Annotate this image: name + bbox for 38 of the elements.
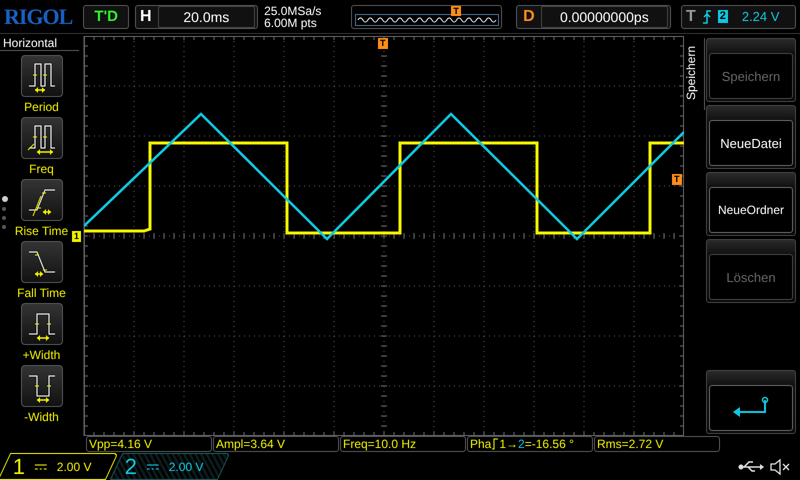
sample-rate: 25.0MSa/s [264, 4, 322, 16]
menu-button[interactable]: NeueDatei [709, 120, 793, 166]
channel-tab[interactable]: 1 2.00 V [0, 453, 118, 480]
dc-coupling-icon [147, 462, 160, 470]
memory-depth: 6.00M pts [264, 16, 318, 28]
timebase-value: 20.0ms [158, 6, 256, 28]
mute-speaker-icon [770, 458, 790, 476]
trigger-position-marker: T [378, 38, 388, 49]
return-arrow-icon [731, 396, 771, 418]
delay-label: D [523, 8, 535, 26]
measurement-value: Vpp=4.16 V [86, 436, 212, 452]
phase-measurement: Pha 1→2=-16.56 ° [467, 436, 593, 452]
page-dot[interactable] [2, 216, 6, 220]
trigger-level-marker: T [672, 174, 682, 185]
page-dot[interactable] [2, 225, 6, 229]
return-button[interactable] [709, 385, 793, 431]
page-dot[interactable] [2, 196, 8, 202]
channel-marker: 1 [72, 231, 82, 242]
trigger-label: T [686, 8, 696, 26]
channel-tab[interactable]: 2 2.00 V [110, 453, 230, 480]
rising-edge-icon [491, 438, 500, 450]
trigger-source: 2 [718, 10, 728, 23]
dc-coupling-icon [35, 462, 48, 470]
menu-button[interactable]: NeueOrdner [709, 187, 793, 233]
trigger-position-marker: T [451, 6, 461, 16]
page-dot[interactable] [2, 207, 6, 211]
timebase-label: H [140, 8, 152, 26]
rising-edge-icon [702, 10, 712, 24]
brand-logo: RIGOL [4, 4, 74, 30]
run-status: T'D [83, 4, 130, 28]
measurement-value: Freq=10.0 Hz [340, 436, 466, 452]
measurement-value: Ampl=3.64 V [213, 436, 339, 452]
measurement-value: Rms=2.72 V [594, 436, 720, 452]
trigger-level: 2.24 V [742, 9, 780, 24]
menu-title: Horizontal [0, 36, 79, 51]
usb-icon [738, 460, 764, 474]
delay-value: 0.00000000ps [540, 6, 668, 28]
menu-title: Speichern [684, 46, 698, 100]
